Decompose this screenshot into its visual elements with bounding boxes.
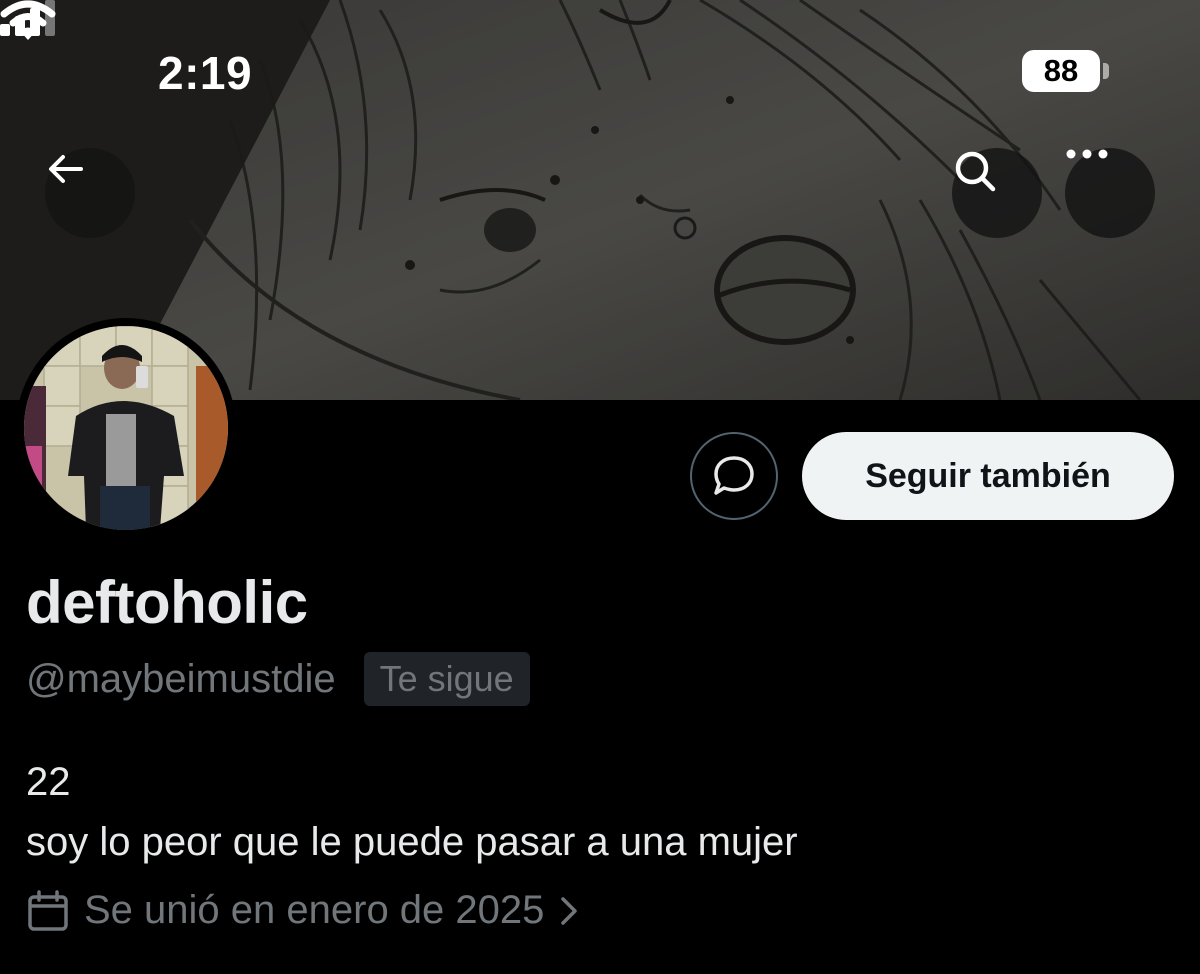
avatar[interactable] <box>16 318 236 538</box>
status-time: 2:19 <box>158 47 253 99</box>
battery-level: 88 <box>1043 53 1079 88</box>
bio-line: 22 <box>26 760 71 804</box>
search-button[interactable] <box>952 148 1042 238</box>
bio: 22 soy lo peor que le puede pasar a una … <box>26 752 798 872</box>
more-options-button[interactable] <box>1065 148 1155 238</box>
follows-you-badge: Te sigue <box>363 652 530 706</box>
avatar-photo <box>24 326 228 530</box>
search-icon <box>955 151 996 192</box>
battery-tip <box>1103 63 1109 79</box>
more-icon <box>1066 149 1108 159</box>
profile-page: 2:19 88 Seguir también deftoholic @maybe… <box>0 0 1200 974</box>
message-button[interactable] <box>690 432 778 520</box>
back-arrow-icon <box>49 155 83 183</box>
joined-date: Se unió en enero de 2025 <box>84 888 545 932</box>
calendar-icon <box>28 889 68 931</box>
chevron-right-icon <box>561 896 578 925</box>
wifi-icon <box>0 0 56 40</box>
follow-back-button[interactable]: Seguir también <box>802 432 1174 520</box>
username-handle: @maybeimustdie <box>26 656 336 701</box>
back-button[interactable] <box>45 148 135 238</box>
joined-date-row[interactable]: Se unió en enero de 2025 <box>26 888 580 933</box>
message-bubble-icon <box>714 456 754 495</box>
bio-line: soy lo peor que le puede pasar a una muj… <box>26 820 798 864</box>
handle-row: @maybeimustdie Te sigue <box>26 652 530 706</box>
battery-icon: 88 <box>1022 50 1100 92</box>
display-name: deftoholic <box>26 569 308 636</box>
